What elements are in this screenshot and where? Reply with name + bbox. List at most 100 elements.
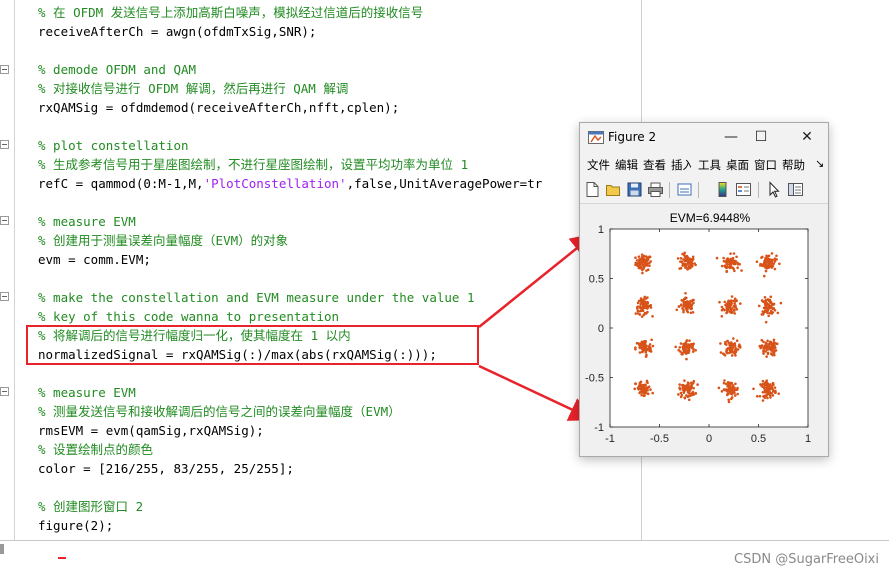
scatter-point xyxy=(773,386,777,389)
scatter-point xyxy=(738,344,742,348)
scatter-point xyxy=(763,274,766,278)
property-editor-icon[interactable] xyxy=(787,181,804,198)
print-icon[interactable] xyxy=(647,181,664,198)
colorbar-icon[interactable] xyxy=(714,181,731,198)
scatter-point xyxy=(679,266,683,270)
scatter-point xyxy=(729,299,733,302)
scatter-point xyxy=(770,386,774,390)
link-icon[interactable] xyxy=(676,181,693,198)
scatter-point xyxy=(685,257,688,260)
code-line[interactable]: % 在 OFDM 发送信号上添加高斯白噪声，模拟经过信道后的接收信号 xyxy=(38,3,423,22)
open-folder-icon[interactable] xyxy=(605,181,622,198)
scatter-point xyxy=(648,255,651,259)
code-line[interactable]: % measure EVM xyxy=(38,383,136,402)
code-line[interactable]: % measure EVM xyxy=(38,212,136,231)
menu-insert[interactable]: 插入 xyxy=(671,157,691,173)
scatter-point xyxy=(726,263,729,266)
scatter-point xyxy=(641,389,644,392)
new-file-icon[interactable] xyxy=(584,181,601,198)
maximize-button[interactable]: ☐ xyxy=(748,127,774,147)
scatter-point xyxy=(766,298,770,301)
code-line[interactable]: % demode OFDM and QAM xyxy=(38,60,196,79)
code-line[interactable]: color = [216/255, 83/255, 25/255]; xyxy=(38,459,294,478)
scatter-point xyxy=(637,255,641,258)
close-button[interactable]: ✕ xyxy=(794,127,820,147)
code-comment: % 测量发送信号和接收解调后的信号之间的误差向量幅度（EVM） xyxy=(38,404,401,419)
scatter-point xyxy=(687,398,691,402)
code-text: color = [216/255, 83/255, 25/255]; xyxy=(38,461,294,476)
code-line[interactable]: % make the constellation and EVM measure… xyxy=(38,288,475,307)
menu-help[interactable]: 帮助 xyxy=(782,157,810,173)
scatter-point xyxy=(724,382,728,386)
scatter-point xyxy=(674,345,677,349)
fold-toggle-icon[interactable] xyxy=(0,65,9,74)
code-editor[interactable]: % 在 OFDM 发送信号上添加高斯白噪声，模拟经过信道后的接收信号 receiv… xyxy=(0,0,642,540)
scatter-point xyxy=(774,349,778,352)
fold-toggle-icon[interactable] xyxy=(0,292,9,301)
figure-window[interactable]: Figure 2 — ☐ ✕ 文件 编辑 查看 插入 工具 桌面 窗口 帮助 ↘ xyxy=(579,122,829,457)
figure-titlebar[interactable]: Figure 2 — ☐ ✕ xyxy=(580,123,828,151)
scatter-point xyxy=(683,251,687,255)
scatter-point xyxy=(640,315,644,318)
scatter-point xyxy=(734,350,738,353)
menu-edit[interactable]: 编辑 xyxy=(615,157,638,173)
fold-toggle-icon[interactable] xyxy=(0,216,9,225)
status-strip: CSDN @SugarFreeOixi xyxy=(0,541,889,573)
minimize-button[interactable]: — xyxy=(718,127,744,147)
code-line[interactable]: % 设置绘制点的颜色 xyxy=(38,440,153,459)
code-line[interactable]: % 生成参考信号用于星座图绘制，不进行星座图绘制，设置平均功率为单位 1 xyxy=(38,155,468,174)
menu-tools[interactable]: 工具 xyxy=(698,157,721,173)
code-string: 'PlotConstellation' xyxy=(203,176,347,191)
scatter-point xyxy=(675,308,679,312)
x-tick-label: -0.5 xyxy=(650,433,669,445)
scatter-point xyxy=(763,394,767,398)
scatter-point xyxy=(649,260,652,263)
scatter-point xyxy=(766,259,769,263)
code-line[interactable]: evm = comm.EVM; xyxy=(38,250,151,269)
scatter-point xyxy=(777,392,781,395)
menu-overflow-icon[interactable]: ↘ xyxy=(815,157,824,170)
scatter-point xyxy=(758,344,762,348)
scatter-point xyxy=(770,391,773,395)
code-comment: % plot constellation xyxy=(38,138,189,153)
pointer-icon[interactable] xyxy=(766,181,783,198)
code-line[interactable]: receiveAfterCh = awgn(ofdmTxSig,SNR); xyxy=(38,22,316,41)
menu-desktop[interactable]: 桌面 xyxy=(726,157,749,173)
scatter-point xyxy=(689,384,693,388)
code-line[interactable]: refC = qammod(0:M-1,M,'PlotConstellation… xyxy=(38,174,542,193)
scatter-point xyxy=(719,351,723,354)
code-line[interactable]: % 对接收信号进行 OFDM 解调，然后再进行 QAM 解调 xyxy=(38,79,348,98)
menu-window[interactable]: 窗口 xyxy=(754,157,777,173)
menu-view[interactable]: 查看 xyxy=(643,157,666,173)
scatter-point xyxy=(692,386,695,390)
toolbar-separator xyxy=(698,182,699,198)
fold-toggle-icon[interactable] xyxy=(0,140,9,149)
scatter-point xyxy=(768,394,772,397)
menu-file[interactable]: 文件 xyxy=(587,157,610,173)
toolbar-separator xyxy=(758,182,759,198)
y-tick-label: -0.5 xyxy=(585,373,604,385)
constellation-plot[interactable]: EVM=6.9448% -1 -0.5 0 0.5 1 1 0.5 0 -0.5 -1 xyxy=(580,204,828,456)
fold-toggle-icon[interactable] xyxy=(0,387,9,396)
code-line[interactable]: % 测量发送信号和接收解调后的信号之间的误差向量幅度（EVM） xyxy=(38,402,401,421)
code-line[interactable]: rxQAMSig = ofdmdemod(receiveAfterCh,nfft… xyxy=(38,98,399,117)
code-line[interactable]: % 创建用于测量误差向量幅度（EVM）的对象 xyxy=(38,231,288,250)
code-line[interactable]: % plot constellation xyxy=(38,136,189,155)
scatter-point xyxy=(651,344,655,348)
scatter-point xyxy=(642,383,646,387)
scatter-point xyxy=(726,339,729,343)
code-line[interactable]: % key of this code wanna to presentation xyxy=(38,307,339,326)
scatter-point xyxy=(764,269,768,273)
plot-area[interactable]: EVM=6.9448% -1 -0.5 0 0.5 1 1 0.5 0 -0.5 -1 xyxy=(580,204,828,456)
scatter-point xyxy=(686,310,690,314)
scatter-point xyxy=(766,339,769,343)
code-line[interactable]: rmsEVM = evm(qamSig,rxQAMSig); xyxy=(38,421,264,440)
scatter-point xyxy=(733,342,737,345)
legend-icon[interactable] xyxy=(735,181,752,198)
code-line[interactable]: figure(2); xyxy=(38,516,113,535)
scatter-point xyxy=(775,342,779,346)
save-icon[interactable] xyxy=(626,181,643,198)
code-line[interactable]: % 创建图形窗口 2 xyxy=(38,497,143,516)
scatter-point xyxy=(636,312,640,315)
scatter-point xyxy=(717,386,721,390)
